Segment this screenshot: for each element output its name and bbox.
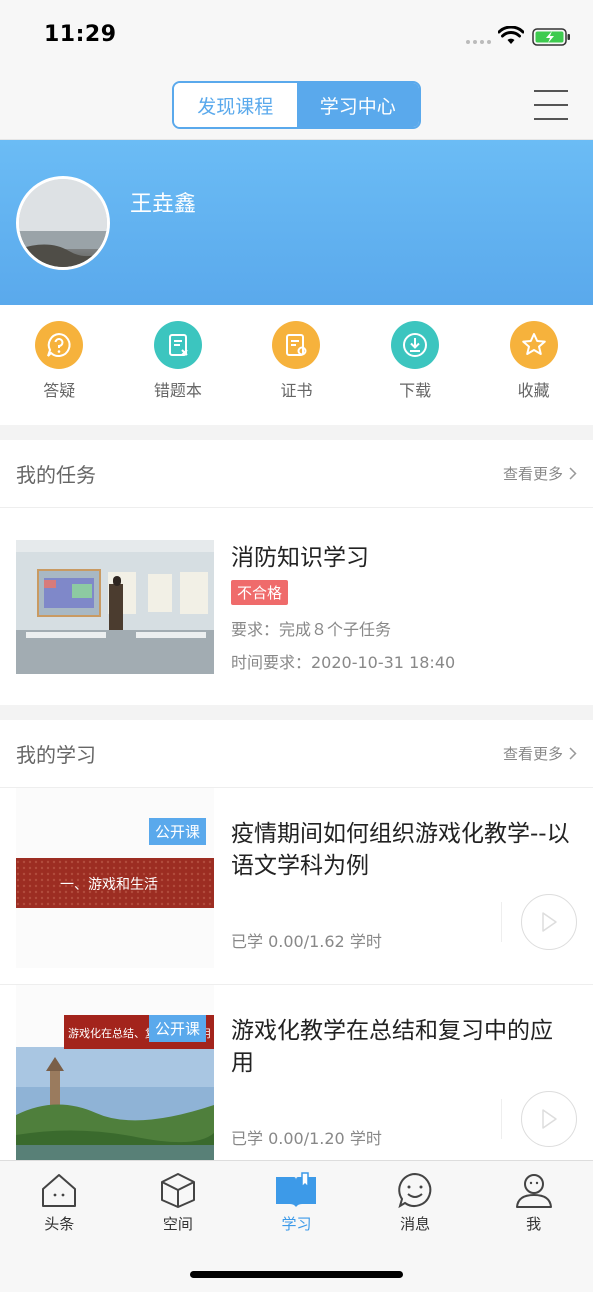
divider — [501, 1099, 502, 1139]
tab-headlines[interactable]: 头条 — [0, 1161, 119, 1246]
task-title: 消防知识学习 — [231, 545, 369, 571]
play-icon — [542, 912, 557, 932]
user-name: 王垚鑫 — [130, 192, 197, 217]
course-progress: 已学 0.00/1.62 学时 — [231, 932, 382, 951]
star-icon — [509, 321, 558, 369]
avatar-landscape-image — [19, 179, 107, 267]
segmented-control: 发现课程 学习中心 — [172, 81, 421, 129]
view-more-label: 查看更多 — [502, 465, 563, 483]
quick-label: 收藏 — [517, 381, 550, 400]
task-thumbnail — [16, 540, 214, 674]
top-navigation: 发现课程 学习中心 — [0, 70, 593, 140]
quick-item-qa[interactable]: 答疑 — [9, 305, 109, 425]
signal-icon — [466, 40, 491, 44]
tab-label: 学习 — [281, 1215, 312, 1233]
view-more-tasks-link[interactable]: 查看更多 — [503, 463, 577, 484]
quick-item-download[interactable]: 下载 — [365, 305, 465, 425]
tab-label: 消息 — [400, 1215, 431, 1233]
section-title: 我的任务 — [16, 463, 96, 487]
chat-smile-icon — [398, 1172, 432, 1209]
quick-label: 下载 — [399, 381, 432, 400]
person-icon — [515, 1174, 552, 1208]
view-more-learning-link[interactable]: 查看更多 — [503, 743, 577, 764]
download-icon — [391, 321, 440, 369]
bottom-tab-bar: 头条 空间 学习 消息 我 — [0, 1160, 593, 1292]
quick-label: 错题本 — [153, 381, 202, 400]
section-header: 我的任务 查看更多 — [0, 440, 593, 508]
section-header: 我的学习 查看更多 — [0, 720, 593, 788]
play-button[interactable] — [521, 1091, 577, 1147]
status-badge: 不合格 — [231, 580, 289, 605]
tab-me[interactable]: 我 — [474, 1161, 593, 1246]
quick-item-favorites[interactable]: 收藏 — [484, 305, 584, 425]
battery-icon — [532, 28, 570, 46]
hamburger-icon[interactable] — [534, 90, 568, 120]
course-thumbnail: 游戏化在总结、复习中的应用 — [16, 985, 214, 1160]
course-progress: 已学 0.00/1.20 学时 — [231, 1129, 382, 1148]
course-thumbnail: 一、游戏和生活 — [16, 788, 214, 968]
question-bubble-icon — [35, 321, 84, 369]
home-indicator[interactable] — [190, 1271, 403, 1278]
cube-icon — [160, 1173, 195, 1208]
my-tasks-section: 我的任务 查看更多 消防知识学习 不合格 要求：完成８个子任务 时间要求：202… — [0, 440, 593, 705]
tab-space[interactable]: 空间 — [119, 1161, 238, 1246]
course-card[interactable]: 一、游戏和生活 公开课 疫情期间如何组织游戏化教学--以语文学科为例 已学 0.… — [0, 788, 593, 985]
play-button[interactable] — [521, 894, 577, 950]
wifi-icon — [498, 26, 524, 44]
quick-item-error-book[interactable]: 错题本 — [128, 305, 228, 425]
status-time: 11:29 — [44, 22, 117, 47]
profile-banner: 王垚鑫 — [0, 140, 593, 305]
error-notebook-icon — [153, 321, 202, 369]
avatar[interactable] — [16, 176, 110, 270]
play-icon — [542, 1109, 557, 1129]
tab-learning-center[interactable]: 学习中心 — [296, 83, 419, 127]
task-deadline: 时间要求：2020-10-31 18:40 — [231, 653, 456, 672]
tab-learning[interactable]: 学习 — [237, 1161, 356, 1246]
divider — [501, 902, 502, 942]
view-more-label: 查看更多 — [502, 745, 563, 763]
chevron-right-icon — [569, 467, 577, 480]
my-learning-section: 我的学习 查看更多 一、游戏和生活 公开课 疫情期间如何组织游戏化教学--以语文… — [0, 720, 593, 1160]
certificate-icon — [272, 321, 321, 369]
thumb-caption: 一、游戏和生活 — [60, 877, 158, 893]
public-course-badge: 公开课 — [149, 818, 207, 845]
tab-label: 空间 — [162, 1215, 193, 1233]
quick-label: 证书 — [280, 381, 313, 400]
tab-label: 头条 — [44, 1215, 75, 1233]
tab-messages[interactable]: 消息 — [356, 1161, 475, 1246]
quick-label: 答疑 — [43, 381, 76, 400]
tab-label: 我 — [526, 1215, 542, 1233]
book-icon — [276, 1172, 317, 1207]
course-card[interactable]: 游戏化在总结、复习中的应用 公开课 游戏化教学在总结和复习中的应用 已学 0.0… — [0, 985, 593, 1160]
task-card[interactable]: 消防知识学习 不合格 要求：完成８个子任务 时间要求：2020-10-31 18… — [0, 508, 593, 706]
chevron-right-icon — [569, 747, 577, 760]
task-requirement: 要求：完成８个子任务 — [231, 620, 392, 639]
section-title: 我的学习 — [16, 743, 96, 767]
quick-actions: 答疑 错题本 证书 下载 收藏 — [0, 305, 593, 425]
course-title: 游戏化教学在总结和复习中的应用 — [231, 1018, 553, 1076]
course-title: 疫情期间如何组织游戏化教学--以语文学科为例 — [231, 821, 570, 879]
status-bar: 11:29 — [0, 0, 593, 70]
public-course-badge: 公开课 — [149, 1015, 207, 1042]
tab-discover-courses[interactable]: 发现课程 — [174, 83, 297, 127]
quick-item-certificate[interactable]: 证书 — [246, 305, 346, 425]
house-icon — [42, 1174, 77, 1207]
